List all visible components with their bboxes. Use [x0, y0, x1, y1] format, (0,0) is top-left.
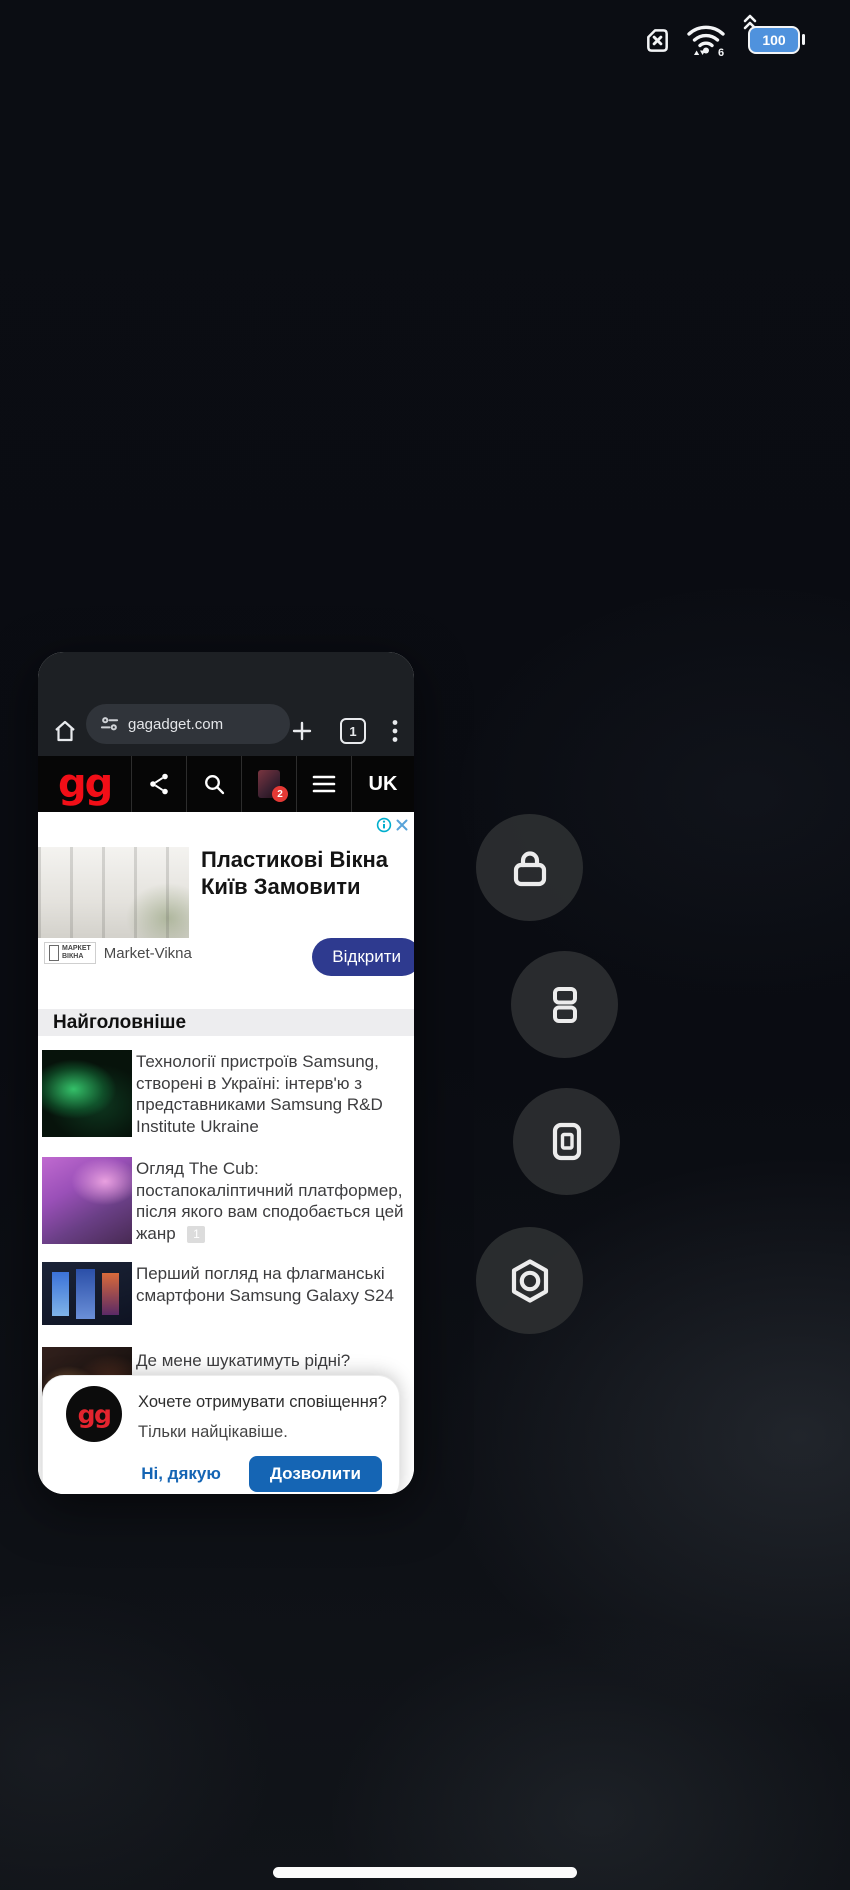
- hamburger-menu-icon[interactable]: [296, 756, 351, 812]
- lock-window-button[interactable]: [476, 814, 583, 921]
- site-logo[interactable]: gg: [38, 756, 131, 812]
- notification-permission-dialog: gg Хочете отримувати сповіщення? Тільки …: [42, 1375, 400, 1494]
- wifi-generation-label: 6: [718, 47, 724, 58]
- site-settings-icon: [100, 715, 119, 733]
- article-thumbnail: [42, 1050, 132, 1137]
- search-button[interactable]: [186, 756, 241, 812]
- new-tab-icon[interactable]: [290, 719, 314, 743]
- status-bar: 6 100: [643, 22, 800, 58]
- section-header: Найголовніше: [38, 1009, 414, 1036]
- url-text: gagadget.com: [128, 716, 223, 733]
- web-page: Пластикові Вікна Київ Замовити: [38, 812, 414, 1494]
- ad-banner[interactable]: Пластикові Вікна Київ Замовити: [38, 812, 414, 980]
- home-icon[interactable]: [52, 718, 78, 744]
- avatar: 2: [258, 770, 280, 798]
- adchoices-info-icon[interactable]: [376, 817, 392, 833]
- ad-headline: Пластикові Вікна Київ Замовити: [201, 846, 388, 900]
- article-title: Де мене шукатимуть рідні?: [136, 1350, 404, 1372]
- dialog-message: Хочете отримувати сповіщення?: [138, 1393, 387, 1412]
- advertiser-logo: МАРКЕТ ВІКНА: [44, 942, 96, 964]
- tab-count: 1: [349, 724, 356, 739]
- sim-missing-icon: [643, 26, 672, 55]
- battery-level: 100: [748, 26, 800, 54]
- decline-button[interactable]: Ні, дякую: [141, 1464, 221, 1484]
- ad-image: [38, 847, 189, 938]
- article-title: Технології пристроїв Samsung, створені в…: [136, 1051, 404, 1137]
- article-thumbnail: [42, 1157, 132, 1244]
- home-gesture-bar[interactable]: [273, 1867, 577, 1878]
- window-glyph-icon: [49, 945, 59, 961]
- floating-window-button[interactable]: [513, 1088, 620, 1195]
- article-title: Перший погляд на флагманські смартфони S…: [136, 1263, 404, 1306]
- notification-badge: 2: [272, 786, 288, 802]
- wifi-6-icon: 6: [685, 22, 727, 58]
- dialog-submessage: Тільки найцікавіше.: [138, 1423, 288, 1442]
- ad-cta-button[interactable]: Відкрити: [312, 938, 414, 976]
- settings-icon: [506, 1257, 554, 1305]
- kebab-menu-icon[interactable]: [392, 719, 398, 743]
- browser-window[interactable]: gagadget.com 1 gg: [38, 652, 414, 1494]
- article-thumbnail: [42, 1262, 132, 1325]
- address-bar[interactable]: gagadget.com: [86, 704, 290, 744]
- floating-window-icon: [544, 1119, 590, 1165]
- language-switch[interactable]: UK: [351, 756, 414, 812]
- advertiser-name: Market-Vikna: [104, 945, 192, 962]
- lock-icon: [507, 845, 553, 891]
- comment-count-badge: 1: [187, 1226, 205, 1243]
- site-logo-round: gg: [66, 1386, 122, 1442]
- article-title: Огляд The Cub: постапокаліптичний платфо…: [136, 1159, 404, 1243]
- browser-toolbar: gagadget.com 1: [38, 652, 414, 756]
- tab-switcher-icon[interactable]: 1: [340, 718, 366, 744]
- upload-arrow-icon: [694, 51, 699, 56]
- window-settings-button[interactable]: [476, 1227, 583, 1334]
- android-home-screen: 6 100: [0, 0, 850, 1890]
- ad-close-icon[interactable]: [394, 817, 410, 833]
- battery-icon: 100: [748, 26, 800, 54]
- profile-button[interactable]: 2: [241, 756, 296, 812]
- share-button[interactable]: [131, 756, 186, 812]
- site-header: gg 2 UK: [38, 756, 414, 812]
- split-screen-icon: [543, 983, 587, 1027]
- split-screen-button[interactable]: [511, 951, 618, 1058]
- ad-advertiser: МАРКЕТ ВІКНА Market-Vikna: [44, 936, 192, 970]
- allow-button[interactable]: Дозволити: [249, 1456, 382, 1492]
